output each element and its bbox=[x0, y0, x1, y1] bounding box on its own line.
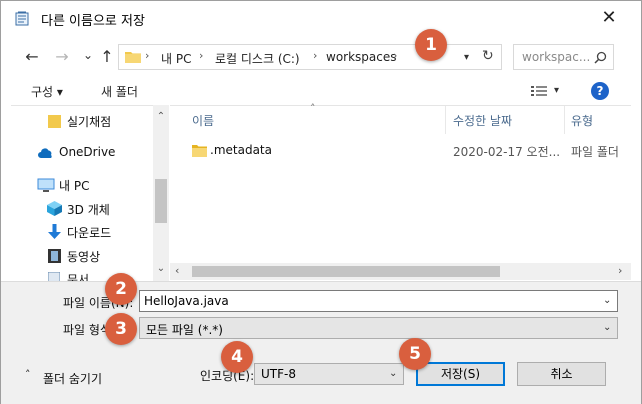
breadcrumb-pc[interactable]: 내 PC bbox=[161, 50, 191, 67]
file-date: 2020-02-17 오전... bbox=[453, 145, 561, 159]
scrollbar-thumb[interactable] bbox=[155, 179, 167, 223]
sidebar-item-label: OneDrive bbox=[59, 145, 116, 159]
callout-badge-1: 1 bbox=[415, 29, 447, 61]
callout-badge-3: 3 bbox=[105, 313, 137, 345]
sidebar-item-3d-objects[interactable]: 3D 개체 bbox=[11, 198, 151, 220]
video-icon bbox=[48, 249, 61, 263]
view-dropdown-icon[interactable]: ▾ bbox=[554, 85, 559, 96]
chevron-down-icon[interactable]: ⌄ bbox=[603, 322, 611, 333]
sidebar-item-grading-folder[interactable]: 실기채점 bbox=[11, 110, 151, 132]
cube-icon bbox=[47, 201, 62, 216]
chevron-right-icon: › bbox=[393, 49, 398, 62]
organize-menu[interactable]: 구성 ▾ bbox=[31, 83, 63, 100]
filename-field[interactable]: HelloJava.java ⌄ bbox=[139, 290, 618, 312]
notepad-icon bbox=[15, 11, 29, 26]
window-title: 다른 이름으로 저장 bbox=[41, 14, 145, 29]
folder-icon bbox=[125, 52, 141, 63]
filetype-select[interactable]: 모든 파일 (*.*) ⌄ bbox=[139, 317, 618, 339]
hide-folders-button[interactable]: 폴더 숨기기 bbox=[43, 370, 102, 387]
callout-badge-2: 2 bbox=[105, 273, 137, 305]
file-list-scrollbar[interactable]: ‹ › bbox=[170, 263, 631, 280]
cloud-icon bbox=[38, 148, 52, 158]
search-box[interactable]: workspac... bbox=[513, 44, 614, 70]
up-button[interactable]: ↑ bbox=[96, 46, 118, 68]
address-dropdown-icon[interactable]: ▾ bbox=[464, 52, 469, 63]
sidebar-item-onedrive[interactable]: OneDrive bbox=[11, 142, 151, 164]
toolbar: 구성 ▾ 새 폴더 ▾ bbox=[1, 77, 641, 105]
save-button[interactable]: 저장(S) bbox=[416, 362, 505, 386]
callout-badge-5: 5 bbox=[399, 338, 431, 370]
file-type: 파일 폴더 bbox=[571, 145, 619, 159]
sidebar-item-label: 실기채점 bbox=[67, 115, 112, 129]
filetype-value: 모든 파일 (*.*) bbox=[146, 323, 223, 337]
column-header-name[interactable]: 이름 bbox=[192, 112, 214, 129]
scroll-down-icon[interactable]: ⌄ bbox=[153, 263, 169, 274]
chevron-right-icon: › bbox=[313, 49, 318, 62]
save-options-panel: 파일 이름(N): HelloJava.java ⌄ 파일 형식(T): 모든 … bbox=[1, 281, 641, 404]
file-name: .metadata bbox=[210, 143, 272, 157]
chevron-right-icon: › bbox=[199, 49, 204, 62]
folder-icon bbox=[48, 115, 61, 128]
forward-button[interactable]: → bbox=[51, 46, 73, 68]
sidebar-item-label: 다운로드 bbox=[67, 226, 112, 240]
sort-arrow-icon: ˄ bbox=[310, 102, 316, 115]
sidebar-item-this-pc[interactable]: 내 PC bbox=[11, 174, 151, 196]
new-folder-button[interactable]: 새 폴더 bbox=[101, 83, 138, 100]
navigation-scrollbar[interactable]: ⌃ ⌄ bbox=[153, 105, 169, 281]
scrollbar-thumb[interactable] bbox=[192, 266, 500, 277]
sidebar-item-label: 동영상 bbox=[67, 250, 101, 264]
chevron-up-icon[interactable]: ˄ bbox=[25, 368, 31, 381]
folder-icon bbox=[192, 145, 207, 157]
breadcrumb-workspaces[interactable]: workspaces bbox=[326, 50, 397, 64]
back-button[interactable]: ← bbox=[21, 46, 43, 68]
title-bar: 다른 이름으로 저장 ✕ bbox=[1, 1, 641, 35]
search-input[interactable]: workspac... bbox=[522, 50, 590, 64]
encoding-select[interactable]: UTF-8 ⌄ bbox=[254, 363, 404, 385]
column-header-date[interactable]: 수정한 날짜 bbox=[453, 112, 512, 129]
column-header-type[interactable]: 유형 bbox=[571, 112, 593, 129]
sidebar-item-downloads[interactable]: 다운로드 bbox=[11, 221, 151, 243]
close-button[interactable]: ✕ bbox=[597, 6, 621, 30]
column-divider[interactable] bbox=[445, 106, 446, 134]
refresh-icon[interactable]: ↻ bbox=[482, 48, 494, 64]
navigation-pane: 실기채점 OneDrive 내 PC 3D 개체 다운로드 동영상 문서 bbox=[11, 105, 168, 282]
cancel-button[interactable]: 취소 bbox=[517, 362, 606, 386]
list-item[interactable]: .metadata 2020-02-17 오전... 파일 폴더 bbox=[170, 140, 631, 162]
chevron-down-icon[interactable]: ⌄ bbox=[603, 295, 611, 306]
download-icon bbox=[48, 224, 61, 239]
sidebar-item-label: 내 PC bbox=[59, 179, 90, 193]
chevron-right-icon: › bbox=[145, 49, 150, 62]
computer-icon bbox=[37, 178, 55, 192]
column-divider[interactable] bbox=[564, 106, 565, 134]
callout-badge-4: 4 bbox=[221, 341, 253, 373]
filename-value: HelloJava.java bbox=[144, 294, 229, 308]
help-button[interactable]: ? bbox=[591, 82, 609, 100]
breadcrumb-local-disk[interactable]: 로컬 디스크 (C:) bbox=[215, 50, 300, 67]
save-as-dialog: 다른 이름으로 저장 ✕ ← → ⌄ ↑ › 내 PC › 로컬 디스크 (C:… bbox=[0, 0, 642, 404]
file-list: ˄ 이름 수정한 날짜 유형 .metadata 2020-02-17 오전..… bbox=[170, 102, 631, 281]
encoding-value: UTF-8 bbox=[261, 367, 296, 381]
sidebar-item-videos[interactable]: 동영상 bbox=[11, 245, 151, 267]
sidebar-item-label: 3D 개체 bbox=[67, 203, 110, 217]
view-options-icon[interactable] bbox=[531, 85, 547, 97]
search-icon bbox=[594, 51, 607, 64]
scroll-up-icon[interactable]: ⌃ bbox=[153, 111, 169, 122]
scroll-left-icon[interactable]: ‹ bbox=[175, 264, 179, 277]
chevron-down-icon[interactable]: ⌄ bbox=[389, 368, 397, 379]
scroll-right-icon[interactable]: › bbox=[618, 264, 622, 277]
